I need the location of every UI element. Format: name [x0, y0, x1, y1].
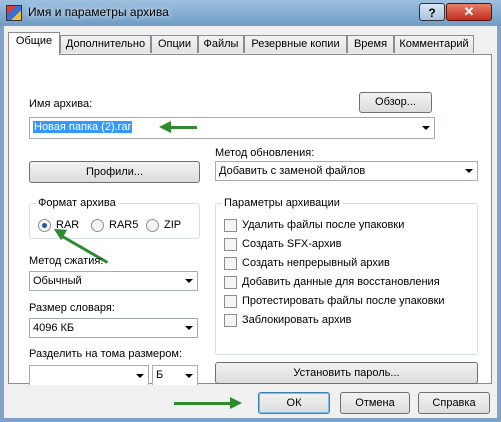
dialog-window: Имя и параметры архива ? ✕ Общие Дополни… [0, 0, 501, 422]
radio-zip-label[interactable]: ZIP [164, 219, 181, 231]
annotation-arrowhead-ok [230, 397, 242, 409]
checkbox-sfx-label[interactable]: Создать SFX-архив [242, 238, 342, 250]
general-tab-panel: Имя архива: Обзор... Новая папка (2).rar… [8, 54, 492, 385]
checkbox-test-label[interactable]: Протестировать файлы после упаковки [242, 295, 445, 307]
ok-button[interactable]: ОК [258, 392, 330, 414]
chevron-down-icon[interactable] [185, 326, 193, 330]
update-method-value: Добавить с заменой файлов [219, 165, 366, 177]
archive-name-label: Имя архива: [29, 98, 93, 110]
radio-rar5[interactable] [91, 219, 104, 232]
update-method-select[interactable]: Добавить с заменой файлов [215, 161, 478, 181]
dictionary-size-select[interactable]: 4096 КБ [29, 318, 198, 338]
title-bar[interactable]: Имя и параметры архива ? ✕ [0, 0, 501, 26]
split-volumes-label: Разделить на тома размером: [29, 348, 183, 360]
checkbox-solid-label[interactable]: Создать непрерывный архив [242, 257, 390, 269]
checkbox-solid[interactable] [224, 257, 237, 270]
checkbox-recovery-label[interactable]: Добавить данные для восстановления [242, 276, 440, 288]
chevron-down-icon[interactable] [136, 373, 144, 378]
annotation-arrowhead-name [159, 121, 171, 133]
chevron-down-icon[interactable] [185, 279, 193, 283]
tab-general[interactable]: Общие [8, 32, 60, 55]
annotation-arrow-name [169, 126, 197, 129]
close-button[interactable]: ✕ [446, 3, 492, 21]
tab-time[interactable]: Время [347, 35, 394, 53]
tab-advanced[interactable]: Дополнительно [60, 35, 151, 53]
chevron-down-icon[interactable] [422, 126, 430, 130]
set-password-button[interactable]: Установить пароль... [215, 362, 478, 384]
radio-rar5-label[interactable]: RAR5 [109, 219, 138, 231]
split-unit-select[interactable]: Б [152, 365, 198, 385]
compression-method-label: Метод сжатия: [29, 255, 104, 267]
checkbox-lock-label[interactable]: Заблокировать архив [242, 314, 351, 326]
archive-name-combo[interactable]: Новая папка (2).rar [29, 117, 435, 139]
window-title: Имя и параметры архива [28, 5, 169, 19]
help-title-button[interactable]: ? [419, 3, 445, 21]
tab-options[interactable]: Опции [151, 35, 198, 53]
compression-method-select[interactable]: Обычный [29, 271, 198, 291]
checkbox-test[interactable] [224, 295, 237, 308]
chevron-down-icon[interactable] [465, 169, 473, 173]
dictionary-size-value: 4096 КБ [33, 322, 75, 334]
checkbox-sfx[interactable] [224, 238, 237, 251]
annotation-arrow-ok [174, 402, 232, 405]
chevron-down-icon[interactable] [185, 373, 193, 378]
checkbox-delete-after[interactable] [224, 219, 237, 232]
split-size-combo[interactable] [29, 365, 149, 385]
profiles-button[interactable]: Профили... [29, 161, 200, 183]
winrar-app-icon [6, 5, 22, 21]
checkbox-lock[interactable] [224, 314, 237, 327]
checkbox-delete-after-label[interactable]: Удалить файлы после упаковки [242, 219, 404, 231]
tab-files[interactable]: Файлы [198, 35, 244, 53]
help-button[interactable]: Справка [418, 392, 490, 414]
dialog-client: Общие Дополнительно Опции Файлы Резервны… [4, 26, 497, 418]
update-method-label: Метод обновления: [215, 147, 315, 159]
split-unit-value: Б [156, 369, 164, 381]
compression-method-value: Обычный [33, 275, 82, 287]
archive-format-caption: Формат архива [36, 197, 118, 209]
cancel-button[interactable]: Отмена [340, 392, 410, 414]
browse-button[interactable]: Обзор... [359, 92, 432, 113]
archive-name-value: Новая папка (2).rar [33, 121, 133, 133]
tab-backup[interactable]: Резервные копии [244, 35, 347, 53]
archive-params-caption: Параметры архивации [222, 197, 342, 209]
tab-comment[interactable]: Комментарий [394, 35, 474, 53]
radio-rar[interactable] [38, 219, 51, 232]
dictionary-size-label: Размер словаря: [29, 302, 115, 314]
radio-zip[interactable] [146, 219, 159, 232]
checkbox-recovery[interactable] [224, 276, 237, 289]
